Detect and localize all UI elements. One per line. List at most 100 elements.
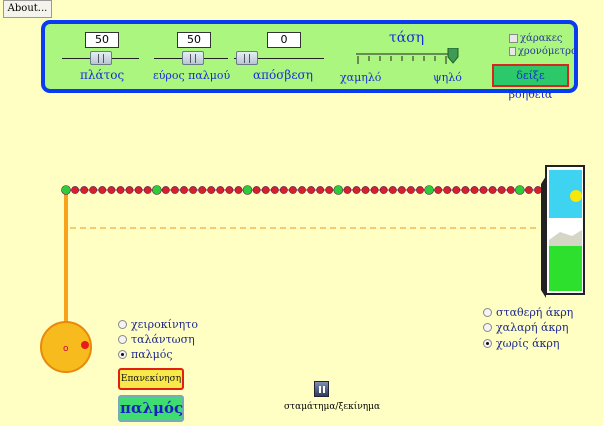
string-bead <box>107 186 116 194</box>
wheel-pivot-mark: o <box>63 344 69 354</box>
tension-ticks <box>357 56 447 64</box>
pulse-width-label: εύρος παλμού <box>153 69 231 82</box>
string-bead <box>134 186 143 194</box>
string-bead <box>343 186 352 194</box>
mode-option-label: παλμός <box>131 348 173 361</box>
string-bead <box>89 186 98 194</box>
restart-button[interactable]: Επανεκίνηση <box>118 368 184 390</box>
string-bead <box>352 186 361 194</box>
string-bead <box>525 186 533 194</box>
end-option-fixed[interactable]: σταθερή άκρη <box>483 306 573 319</box>
string-bead <box>488 186 497 194</box>
rulers-checkbox-box[interactable] <box>509 34 518 43</box>
string-bead <box>406 186 415 194</box>
string-bead <box>361 186 370 194</box>
string-bead <box>470 186 479 194</box>
string-bead-marker <box>424 185 434 195</box>
window-sun <box>570 190 582 202</box>
wheel-handle[interactable] <box>81 341 89 349</box>
timer-checkbox-box[interactable] <box>509 47 516 56</box>
damping-value-field[interactable]: 0 <box>267 32 301 48</box>
tension-title: τάση <box>389 30 425 46</box>
string-bead-marker <box>152 185 162 195</box>
rulers-checkbox[interactable]: χάρακες <box>509 33 562 44</box>
about-button[interactable]: About... <box>3 0 52 18</box>
string-bead <box>461 186 470 194</box>
string-bead <box>80 186 89 194</box>
string-bead <box>388 186 397 194</box>
show-help-button[interactable]: δείξε βοήθεια <box>492 64 569 101</box>
amplitude-label: πλάτος <box>80 68 125 82</box>
string-bead <box>98 186 107 194</box>
pulse-button[interactable]: παλμός <box>118 395 184 422</box>
string-bead-marker <box>61 185 71 195</box>
end-option-none[interactable]: χωρίς άκρη <box>483 337 559 350</box>
string-bead <box>234 186 243 194</box>
mode-option-manual[interactable]: χειροκίνητο <box>118 318 198 331</box>
amplitude-slider-thumb[interactable] <box>90 51 112 65</box>
radio-button[interactable] <box>118 335 127 344</box>
wrench-arm[interactable] <box>64 190 68 340</box>
end-option-label: χαλαρή άκρη <box>496 321 569 334</box>
mode-option-pulse[interactable]: παλμός <box>118 348 173 361</box>
string-bead <box>216 186 225 194</box>
pause-play-label: σταμάτημα/ξεκίνημα <box>284 402 381 412</box>
string-bead <box>506 186 515 194</box>
string-bead <box>416 186 424 194</box>
damping-label: απόσβεση <box>253 68 313 82</box>
string-bead <box>189 186 197 194</box>
string-bead <box>443 186 452 194</box>
string-bead <box>252 186 261 194</box>
string-bead <box>71 186 79 194</box>
amplitude-value-field[interactable]: 50 <box>85 32 119 48</box>
tension-low-label: χαμηλό <box>340 71 382 84</box>
radio-button[interactable] <box>118 350 127 359</box>
end-option-label: σταθερή άκρη <box>496 306 574 319</box>
wave-scene: o <box>40 165 585 373</box>
string-bead <box>225 186 234 194</box>
string-bead <box>270 186 279 194</box>
string-bead <box>452 186 461 194</box>
string-bead-marker <box>333 185 344 195</box>
string-bead <box>298 186 306 194</box>
radio-button[interactable] <box>483 308 492 317</box>
window-grass <box>549 246 582 291</box>
rulers-checkbox-label: χάρακες <box>520 33 563 44</box>
string-bead <box>198 186 207 194</box>
end-option-label: χωρίς άκρη <box>496 337 560 350</box>
pause-play-button[interactable] <box>314 381 329 397</box>
string-bead <box>161 186 170 194</box>
mode-option-label: ταλάντωση <box>131 333 195 346</box>
mode-option-oscillation[interactable]: ταλάντωση <box>118 333 195 346</box>
timer-checkbox-label: χρονόμετρο <box>517 46 577 57</box>
string-bead <box>116 186 125 194</box>
string-bead <box>479 186 488 194</box>
tension-high-label: ψηλό <box>433 71 462 84</box>
string-bead <box>307 186 315 194</box>
radio-button[interactable] <box>118 320 127 329</box>
radio-button[interactable] <box>483 323 492 332</box>
pulse-width-slider-thumb[interactable] <box>182 51 204 65</box>
string-bead <box>379 186 388 194</box>
string-bead <box>316 186 325 194</box>
end-option-loose[interactable]: χαλαρή άκρη <box>483 321 568 334</box>
string-bead <box>534 186 542 194</box>
string-bead <box>288 186 297 194</box>
string-bead-marker <box>242 185 253 195</box>
radio-button[interactable] <box>483 339 492 348</box>
mode-option-label: χειροκίνητο <box>131 318 198 331</box>
string-bead <box>207 186 216 194</box>
string-bead <box>325 186 334 194</box>
pulse-width-value-field[interactable]: 50 <box>177 32 211 48</box>
string-bead-marker <box>514 185 525 195</box>
string-bead <box>143 186 152 194</box>
string-bead <box>397 186 406 194</box>
string-bead <box>279 186 288 194</box>
timer-checkbox[interactable]: χρονόμετρο <box>509 46 577 57</box>
string-bead <box>261 186 270 194</box>
tension-slider[interactable] <box>354 48 464 70</box>
tension-slider-thumb <box>447 48 459 64</box>
string-bead <box>497 186 506 194</box>
string-bead <box>125 186 134 194</box>
damping-slider-thumb[interactable] <box>236 51 258 65</box>
